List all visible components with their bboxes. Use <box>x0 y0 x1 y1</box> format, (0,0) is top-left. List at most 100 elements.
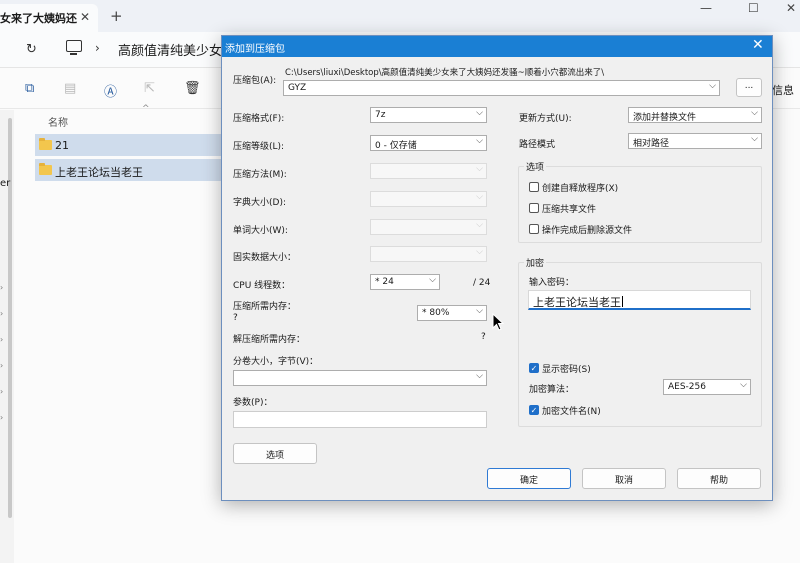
mouse-pointer-icon <box>492 313 504 331</box>
encryption-method-select[interactable]: AES-256 ⌵ <box>663 379 751 395</box>
chevron-down-icon[interactable]: ⌵ <box>429 275 436 285</box>
level-label: 压缩等级(L): <box>233 142 285 152</box>
archive-label: 压缩包(A): <box>233 76 277 86</box>
sort-ascending-icon: ^ <box>142 104 150 114</box>
parameters-input[interactable] <box>233 411 487 428</box>
file-list-item[interactable]: 21 <box>35 134 225 156</box>
delete-after-label[interactable]: 操作完成后删除源文件 <box>542 223 632 236</box>
show-password-checkbox[interactable]: ✓ <box>529 363 539 373</box>
minimize-window-icon[interactable]: — <box>700 1 712 15</box>
close-window-icon[interactable]: ✕ <box>786 1 796 15</box>
close-tab-icon[interactable]: ✕ <box>80 10 90 24</box>
text-cursor <box>622 296 623 307</box>
cpu-threads-value: * 24 <box>375 277 394 287</box>
chevron-down-icon[interactable]: ⌵ <box>476 136 483 146</box>
archive-name-field[interactable]: GYZ ⌵ <box>283 80 720 96</box>
this-pc-icon[interactable] <box>66 40 82 55</box>
decompress-memory-value: ? <box>481 332 486 342</box>
path-mode-select[interactable]: 相对路径 ⌵ <box>628 133 762 149</box>
show-password-label[interactable]: 显示密码(S) <box>542 362 591 375</box>
encrypt-filenames-checkbox[interactable]: ✓ <box>529 405 539 415</box>
browse-button[interactable]: ... <box>736 78 762 97</box>
folder-icon <box>39 163 52 175</box>
chevron-down-icon[interactable]: ⌵ <box>751 108 758 118</box>
file-name: 上老王论坛当老王 <box>55 166 143 179</box>
explorer-tab-bar: 女来了大姨妈还 ✕ + — ☐ ✕ <box>0 0 800 32</box>
maximize-window-icon[interactable]: ☐ <box>748 1 759 15</box>
solid-block-size-select[interactable]: ⌵ <box>370 246 487 262</box>
options-button[interactable]: 选项 <box>233 443 317 464</box>
folder-icon <box>39 138 52 150</box>
close-icon[interactable]: ✕ <box>752 37 764 53</box>
archive-name-value: GYZ <box>288 83 307 93</box>
cpu-threads-select[interactable]: * 24 ⌵ <box>370 274 440 290</box>
help-button[interactable]: 帮助 <box>677 468 761 489</box>
chevron-down-icon[interactable]: ⌵ <box>476 306 483 316</box>
memory-usage-select[interactable]: * 80% ⌵ <box>417 305 487 321</box>
nav-item-label-fragment[interactable]: er <box>0 178 10 189</box>
breadcrumb-current-folder[interactable]: 高颜值清纯美少女来 <box>118 40 235 59</box>
update-mode-select[interactable]: 添加并替换文件 ⌵ <box>628 107 762 123</box>
ok-button[interactable]: 确定 <box>487 468 571 489</box>
explorer-tab[interactable]: 女来了大姨妈还 ✕ <box>0 4 98 32</box>
nav-expand-icon[interactable]: › <box>0 413 3 422</box>
word-size-label: 单词大小(W): <box>233 226 288 236</box>
encryption-method-value: AES-256 <box>668 382 706 392</box>
file-list-item[interactable]: 上老王论坛当老王 <box>35 159 225 181</box>
format-label: 压缩格式(F): <box>233 114 285 124</box>
create-sfx-checkbox[interactable] <box>529 182 539 192</box>
password-label: 输入密码： <box>529 278 575 288</box>
delete-after-checkbox[interactable] <box>529 224 539 234</box>
new-tab-icon[interactable]: + <box>110 7 123 25</box>
nav-expand-icon[interactable]: › <box>0 387 3 396</box>
dictionary-size-select[interactable]: ⌵ <box>370 191 487 207</box>
encrypt-filenames-label[interactable]: 加密文件名(N) <box>542 404 601 417</box>
chevron-down-icon[interactable]: ⌵ <box>751 134 758 144</box>
decompress-memory-label: 解压缩所需内存： <box>233 335 306 345</box>
chevron-down-icon: ⌵ <box>476 164 483 174</box>
refresh-icon[interactable]: ↻ <box>26 42 37 57</box>
encryption-method-label: 加密算法： <box>529 385 575 395</box>
chevron-down-icon: ⌵ <box>476 192 483 202</box>
format-select[interactable]: 7z ⌵ <box>370 107 487 123</box>
method-select[interactable]: ⌵ <box>370 163 487 179</box>
chevron-down-icon[interactable]: ⌵ <box>476 371 483 381</box>
rename-icon[interactable]: Ⓐ <box>104 81 117 100</box>
compress-memory-value: ? <box>233 313 238 323</box>
chevron-down-icon[interactable]: ⌵ <box>709 81 716 91</box>
path-mode-label: 路径模式 <box>519 140 556 150</box>
file-name: 21 <box>55 139 69 152</box>
explorer-tab-title: 女来了大姨妈还 <box>0 12 77 25</box>
cancel-button[interactable]: 取消 <box>582 468 666 489</box>
chevron-down-icon[interactable]: ⌵ <box>476 108 483 118</box>
dictionary-size-label: 字典大小(D): <box>233 198 286 208</box>
path-mode-value: 相对路径 <box>633 139 670 149</box>
column-header-name[interactable]: 名称 <box>48 114 68 129</box>
volume-size-select[interactable]: ⌵ <box>233 370 487 386</box>
details-label[interactable]: 信息 <box>772 82 794 98</box>
nav-expand-icon[interactable]: › <box>0 361 3 370</box>
nav-expand-icon[interactable]: › <box>0 309 3 318</box>
nav-expand-icon[interactable]: › <box>0 283 3 292</box>
cpu-threads-label: CPU 线程数： <box>233 281 291 291</box>
nav-expand-icon[interactable]: › <box>0 335 3 344</box>
create-sfx-label[interactable]: 创建自释放程序(X) <box>542 181 618 194</box>
dialog-title: 添加到压缩包 <box>225 44 285 55</box>
paste-icon[interactable]: ▤ <box>64 81 76 96</box>
compress-shared-checkbox[interactable] <box>529 203 539 213</box>
chevron-down-icon: ⌵ <box>476 220 483 230</box>
chevron-down-icon[interactable]: ⌵ <box>740 380 747 390</box>
password-input[interactable]: 上老王论坛当老王 <box>528 290 751 310</box>
parameters-label: 参数(P)： <box>233 398 273 408</box>
compress-shared-label[interactable]: 压缩共享文件 <box>542 202 596 215</box>
delete-icon[interactable]: 🗑 <box>184 81 201 96</box>
share-icon[interactable]: ⇱ <box>144 81 155 96</box>
level-select[interactable]: 0 - 仅存储 ⌵ <box>370 135 487 151</box>
chevron-down-icon: ⌵ <box>476 247 483 257</box>
cpu-threads-total: / 24 <box>473 278 491 288</box>
update-mode-value: 添加并替换文件 <box>633 113 697 123</box>
dialog-title-bar[interactable]: 添加到压缩包 ✕ <box>222 36 772 57</box>
copy-icon[interactable]: ⧉ <box>25 81 34 96</box>
word-size-select[interactable]: ⌵ <box>370 219 487 235</box>
breadcrumb-chevron-icon[interactable]: › <box>95 41 100 55</box>
